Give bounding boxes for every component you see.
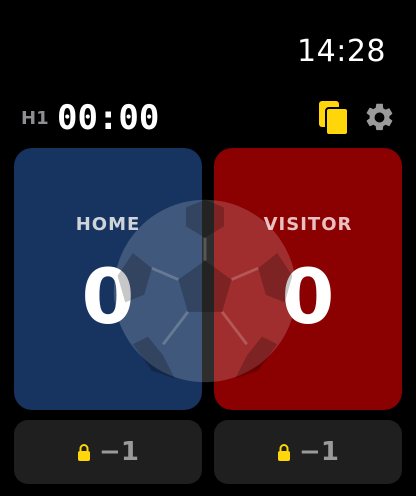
home-score-panel[interactable]: HOME 0	[14, 148, 202, 410]
home-minus-label: −1	[99, 437, 139, 467]
match-timer[interactable]: 00:00	[57, 98, 159, 138]
home-team-label: HOME	[75, 214, 141, 235]
cards-button[interactable]	[318, 100, 350, 136]
visitor-score-panel[interactable]: VISITOR 0	[214, 148, 402, 410]
visitor-score: 0	[281, 252, 335, 341]
home-score: 0	[81, 252, 135, 341]
visitor-minus-label: −1	[299, 437, 339, 467]
status-clock: 14:28	[297, 34, 386, 69]
home-minus-button[interactable]: −1	[14, 420, 202, 484]
visitor-minus-button[interactable]: −1	[214, 420, 402, 484]
visitor-team-label: VISITOR	[263, 214, 353, 235]
yellow-cards-icon	[319, 101, 349, 136]
lock-icon	[278, 444, 291, 461]
gear-icon	[366, 103, 393, 131]
settings-button[interactable]	[363, 101, 396, 134]
lock-icon	[78, 444, 91, 461]
half-indicator: H1	[21, 108, 49, 129]
